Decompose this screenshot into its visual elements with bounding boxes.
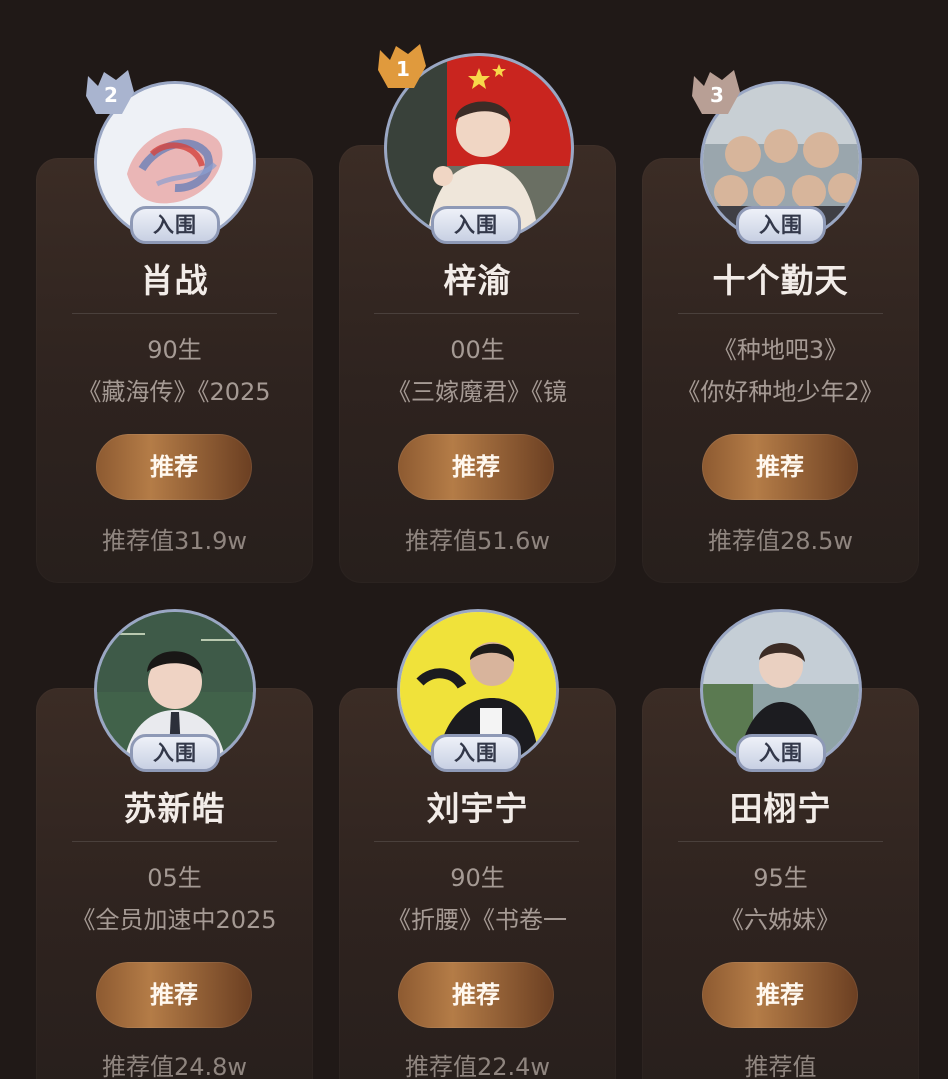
candidate-works: 《你好种地少年2》: [676, 378, 884, 406]
candidate-name: 肖战: [140, 261, 209, 300]
candidate-name: 梓渝: [443, 261, 512, 300]
candidate-name: 刘宇宁: [426, 789, 529, 828]
divider: [374, 841, 579, 842]
rank-badge-icon: 3: [688, 66, 744, 118]
candidate-birth: 90生: [450, 864, 505, 892]
rank-number: 1: [396, 57, 410, 81]
candidate-name: 苏新皓: [123, 789, 226, 828]
candidate-name: 田栩宁: [729, 789, 832, 828]
divider: [72, 841, 277, 842]
shortlist-badge: 入围: [130, 734, 220, 772]
recommend-button[interactable]: 推荐: [398, 434, 554, 500]
recommend-score: 推荐值24.8w: [101, 1053, 248, 1079]
recommend-score: 推荐值22.4w: [404, 1053, 551, 1079]
shortlist-badge: 入围: [130, 206, 220, 244]
rank-number: 3: [710, 83, 724, 107]
rank-number: 2: [104, 83, 118, 107]
recommend-button[interactable]: 推荐: [96, 434, 252, 500]
candidate-birth: 95生: [753, 864, 808, 892]
rank-badge-icon: 1: [374, 40, 430, 92]
candidate-grid: 2 入围 肖战 90生 《藏海传》《2025 推荐 推荐值31.9w 1 入围 …: [0, 0, 948, 1079]
divider: [374, 313, 579, 314]
recommend-score: 推荐值51.6w: [404, 527, 551, 555]
divider: [72, 313, 277, 314]
recommend-score: 推荐值: [744, 1053, 817, 1079]
candidate-birth: 《种地吧3》: [712, 336, 849, 364]
candidate-works: 《藏海传》《2025: [77, 378, 271, 406]
candidate-birth: 90生: [147, 336, 202, 364]
shortlist-badge: 入围: [431, 734, 521, 772]
candidate-works: 《折腰》《书卷一: [387, 906, 567, 934]
candidate-works: 《全员加速中2025: [71, 906, 277, 934]
recommend-button[interactable]: 推荐: [702, 434, 858, 500]
recommend-button[interactable]: 推荐: [702, 962, 858, 1028]
recommend-score: 推荐值28.5w: [707, 527, 854, 555]
candidate-birth: 05生: [147, 864, 202, 892]
shortlist-badge: 入围: [736, 206, 826, 244]
recommend-score: 推荐值31.9w: [101, 527, 248, 555]
rank-badge-icon: 2: [82, 66, 138, 118]
candidate-works: 《三嫁魔君》《镜: [387, 378, 567, 406]
candidate-name: 十个勤天: [712, 261, 849, 300]
recommend-button[interactable]: 推荐: [398, 962, 554, 1028]
candidate-birth: 00生: [450, 336, 505, 364]
divider: [678, 313, 883, 314]
divider: [678, 841, 883, 842]
shortlist-badge: 入围: [736, 734, 826, 772]
candidate-works: 《六姊妹》: [720, 906, 840, 934]
shortlist-badge: 入围: [431, 206, 521, 244]
recommend-button[interactable]: 推荐: [96, 962, 252, 1028]
